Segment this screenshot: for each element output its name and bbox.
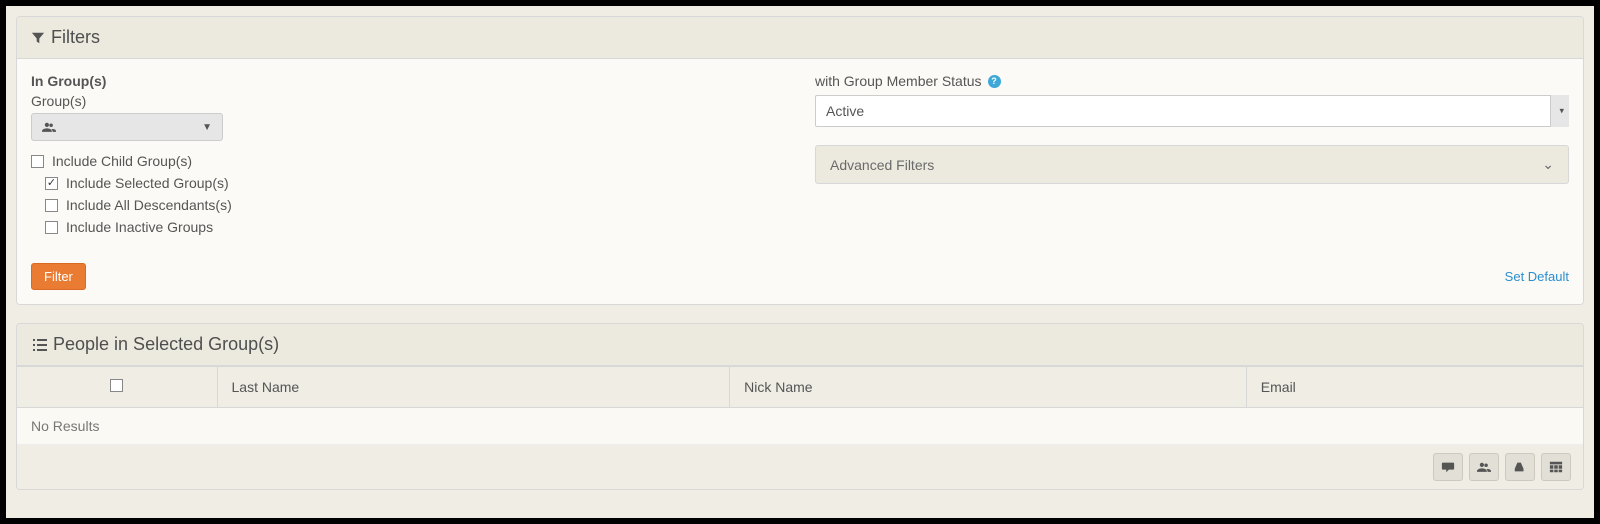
people-title: People in Selected Group(s) <box>53 334 279 355</box>
include-child-groups-checkbox[interactable] <box>31 155 44 168</box>
advanced-filters-label: Advanced Filters <box>830 157 934 173</box>
help-icon[interactable]: ? <box>988 75 1001 88</box>
nick-name-column[interactable]: Nick Name <box>730 367 1247 408</box>
groups-label: Group(s) <box>31 93 785 109</box>
select-all-column <box>17 367 217 408</box>
include-inactive-groups-label: Include Inactive Groups <box>66 219 213 235</box>
bulk-update-button[interactable] <box>1505 453 1535 481</box>
include-all-descendants-label: Include All Descendants(s) <box>66 197 232 213</box>
in-groups-label: In Group(s) <box>31 73 785 89</box>
caret-down-icon: ▼ <box>202 122 212 133</box>
filters-panel: Filters In Group(s) Group(s) ▼ <box>16 16 1584 305</box>
communicate-button[interactable] <box>1433 453 1463 481</box>
people-panel: People in Selected Group(s) Last Name Ni… <box>16 323 1584 490</box>
select-all-checkbox[interactable] <box>110 379 123 392</box>
include-all-descendants-checkbox[interactable] <box>45 199 58 212</box>
include-inactive-groups-checkbox[interactable] <box>45 221 58 234</box>
chevron-down-icon: ⌄ <box>1542 156 1554 173</box>
status-select[interactable] <box>815 95 1569 127</box>
no-results-row: No Results <box>17 408 1583 445</box>
list-icon <box>31 338 47 352</box>
people-table: Last Name Nick Name Email No Results <box>17 366 1583 445</box>
people-panel-header: People in Selected Group(s) <box>17 324 1583 366</box>
include-selected-groups-checkbox[interactable] <box>45 177 58 190</box>
no-results-text: No Results <box>17 408 1583 445</box>
last-name-column[interactable]: Last Name <box>217 367 730 408</box>
merge-people-button[interactable] <box>1469 453 1499 481</box>
include-selected-groups-label: Include Selected Group(s) <box>66 175 229 191</box>
table-footer <box>17 445 1583 489</box>
people-icon <box>42 121 56 133</box>
set-default-link[interactable]: Set Default <box>1505 269 1569 284</box>
filters-panel-header: Filters <box>17 17 1583 59</box>
export-excel-button[interactable] <box>1541 453 1571 481</box>
email-column[interactable]: Email <box>1246 367 1583 408</box>
filters-title: Filters <box>51 27 100 48</box>
include-child-groups-label: Include Child Group(s) <box>52 153 192 169</box>
filter-icon <box>31 31 45 45</box>
status-label: with Group Member Status <box>815 73 982 89</box>
filter-button[interactable]: Filter <box>31 263 86 290</box>
group-picker[interactable]: ▼ <box>31 113 223 141</box>
advanced-filters-accordion[interactable]: Advanced Filters ⌄ <box>815 145 1569 184</box>
